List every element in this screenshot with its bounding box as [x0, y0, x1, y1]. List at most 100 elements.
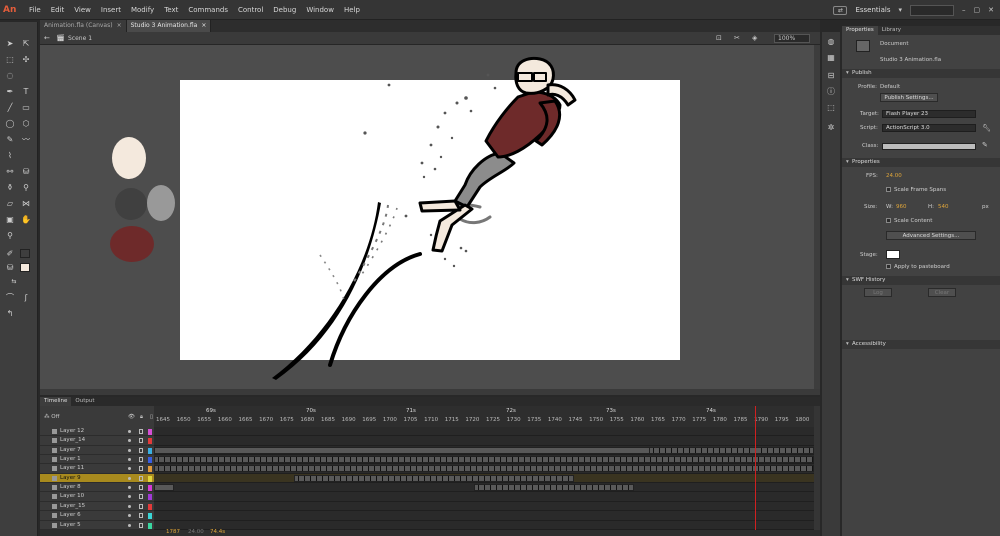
outline-color-swatch[interactable]	[148, 522, 152, 529]
layer-name[interactable]: Layer 6	[60, 511, 81, 520]
3d-rotation-tool-icon[interactable]: ✣	[20, 54, 32, 65]
frame-row[interactable]	[154, 492, 814, 502]
lock-icon[interactable]	[139, 466, 143, 472]
menu-control[interactable]: Control	[233, 0, 268, 20]
tab-output[interactable]: Output	[71, 397, 98, 406]
back-arrow-icon[interactable]: ←	[44, 34, 50, 42]
outline-color-swatch[interactable]	[148, 503, 152, 510]
frame-row[interactable]	[154, 427, 814, 437]
bone-tool-icon[interactable]: ⚯	[4, 166, 16, 177]
tab-animation-canvas[interactable]: Animation.fla (Canvas) ×	[40, 20, 127, 32]
rectangle-tool-icon[interactable]: ▭	[20, 102, 32, 113]
outline-all-icon[interactable]: ▯	[150, 408, 153, 426]
minimize-icon[interactable]: –	[962, 6, 966, 14]
oval-tool-icon[interactable]: ◯	[4, 118, 16, 129]
fps-value[interactable]: 24.00	[886, 172, 902, 180]
layer-row[interactable]: Layer 12	[40, 427, 154, 437]
frame-row[interactable]	[154, 521, 814, 530]
stroke-color-icon[interactable]: ✐	[4, 248, 16, 259]
workspace-switcher[interactable]: Essentials	[855, 6, 890, 14]
visibility-dot-icon[interactable]	[128, 439, 131, 443]
layer-row[interactable]: Layer_14	[40, 436, 154, 446]
accessibility-header[interactable]: Accessibility	[842, 340, 1000, 349]
menu-modify[interactable]: Modify	[126, 0, 159, 20]
width-value[interactable]: 960	[896, 203, 907, 211]
publish-settings-button[interactable]: Publish Settings...	[880, 93, 938, 102]
layer-name[interactable]: Layer 9	[60, 474, 81, 483]
log-button[interactable]: Log	[864, 288, 892, 297]
layer-name[interactable]: Layer 1	[60, 455, 81, 464]
info-panel-icon[interactable]: ⓘ	[825, 86, 837, 97]
layer-name[interactable]: Layer 12	[60, 427, 84, 436]
frame-row[interactable]	[154, 464, 814, 474]
edit-symbols-icon[interactable]: ◈	[752, 34, 757, 42]
outline-color-swatch[interactable]	[148, 457, 152, 464]
eyedropper-tool-icon[interactable]: ⚲	[20, 182, 32, 193]
align-panel-icon[interactable]: ⊟	[825, 70, 837, 81]
frame-grid[interactable]	[154, 427, 814, 530]
snap-to-objects-icon[interactable]: ⌒	[4, 292, 16, 303]
swatches-panel-icon[interactable]: ▦	[825, 52, 837, 63]
timeline-ruler[interactable]: 1645 1650 1655 1660 1665 1670 1675 1680 1685 1690…	[154, 406, 814, 427]
layer-name[interactable]: Layer_15	[60, 502, 85, 511]
wrench-icon[interactable]: 🔧︎	[982, 124, 991, 132]
lock-icon[interactable]	[139, 447, 143, 453]
lock-icon[interactable]	[139, 503, 143, 509]
lock-icon[interactable]	[139, 485, 143, 491]
frame-span[interactable]	[154, 456, 814, 464]
frame-span[interactable]	[474, 484, 634, 492]
paint-bucket-tool-icon[interactable]: ⛁	[20, 166, 32, 177]
scale-spans-checkbox[interactable]	[886, 187, 891, 192]
layer-row[interactable]: Layer 11	[40, 464, 154, 474]
tab-library[interactable]: Library	[878, 26, 905, 35]
layer-row[interactable]: Layer 1	[40, 455, 154, 465]
properties-section-header[interactable]: Properties	[842, 158, 1000, 167]
scale-content-checkbox[interactable]	[886, 218, 891, 223]
lock-icon[interactable]	[139, 475, 143, 481]
visibility-dot-icon[interactable]	[128, 504, 131, 508]
target-select[interactable]: Flash Player 23	[882, 110, 976, 118]
outline-color-swatch[interactable]	[148, 475, 152, 482]
menu-view[interactable]: View	[69, 0, 96, 20]
menu-edit[interactable]: Edit	[46, 0, 70, 20]
sync-icon[interactable]: ⇄	[833, 5, 848, 15]
frame-row[interactable]	[154, 502, 814, 512]
frame-span[interactable]	[154, 484, 174, 492]
stage-pasteboard[interactable]	[40, 45, 814, 389]
pencil-tool-icon[interactable]: ✎	[4, 134, 16, 145]
clip-icon[interactable]: ✂	[734, 34, 740, 42]
tab-timeline[interactable]: Timeline	[40, 397, 72, 406]
outline-color-swatch[interactable]	[148, 513, 152, 520]
selection-tool-icon[interactable]: ➤	[4, 38, 16, 49]
lock-icon[interactable]	[139, 494, 143, 500]
layer-row[interactable]: Layer 9	[40, 473, 154, 484]
frame-span[interactable]	[649, 446, 814, 454]
ink-bottle-tool-icon[interactable]: ⚱	[4, 182, 16, 193]
stage-horizontal-scrollbar[interactable]	[40, 389, 820, 395]
layer-row[interactable]: Layer_15	[40, 502, 154, 512]
show-all-icon[interactable]: 👁︎	[128, 408, 135, 426]
visibility-dot-icon[interactable]	[128, 495, 131, 499]
menu-debug[interactable]: Debug	[268, 0, 301, 20]
fill-color-swatch[interactable]	[20, 263, 30, 272]
layer-name[interactable]: Layer 11	[60, 464, 84, 473]
layer-row[interactable]: Layer 7	[40, 446, 154, 456]
lock-icon[interactable]	[139, 513, 143, 519]
frame-row[interactable]	[154, 455, 814, 465]
fill-color-icon[interactable]: ⛁	[4, 262, 16, 273]
layer-name[interactable]: Layer 8	[60, 483, 81, 492]
menu-commands[interactable]: Commands	[183, 0, 233, 20]
visibility-dot-icon[interactable]	[128, 523, 131, 527]
lock-all-icon[interactable]: 🔒︎	[140, 408, 143, 426]
current-frame[interactable]: 1787	[166, 529, 180, 535]
maximize-icon[interactable]: ▢	[974, 6, 981, 14]
menu-text[interactable]: Text	[159, 0, 183, 20]
text-tool-icon[interactable]: T	[20, 86, 32, 97]
height-value[interactable]: 540	[938, 203, 949, 211]
free-transform-tool-icon[interactable]: ⬚	[4, 54, 16, 65]
close-icon[interactable]: ×	[117, 20, 122, 32]
lock-icon[interactable]	[139, 438, 143, 444]
visibility-dot-icon[interactable]	[128, 476, 131, 480]
edit-class-icon[interactable]: ✎	[982, 141, 988, 149]
help-search-input[interactable]	[910, 4, 954, 16]
